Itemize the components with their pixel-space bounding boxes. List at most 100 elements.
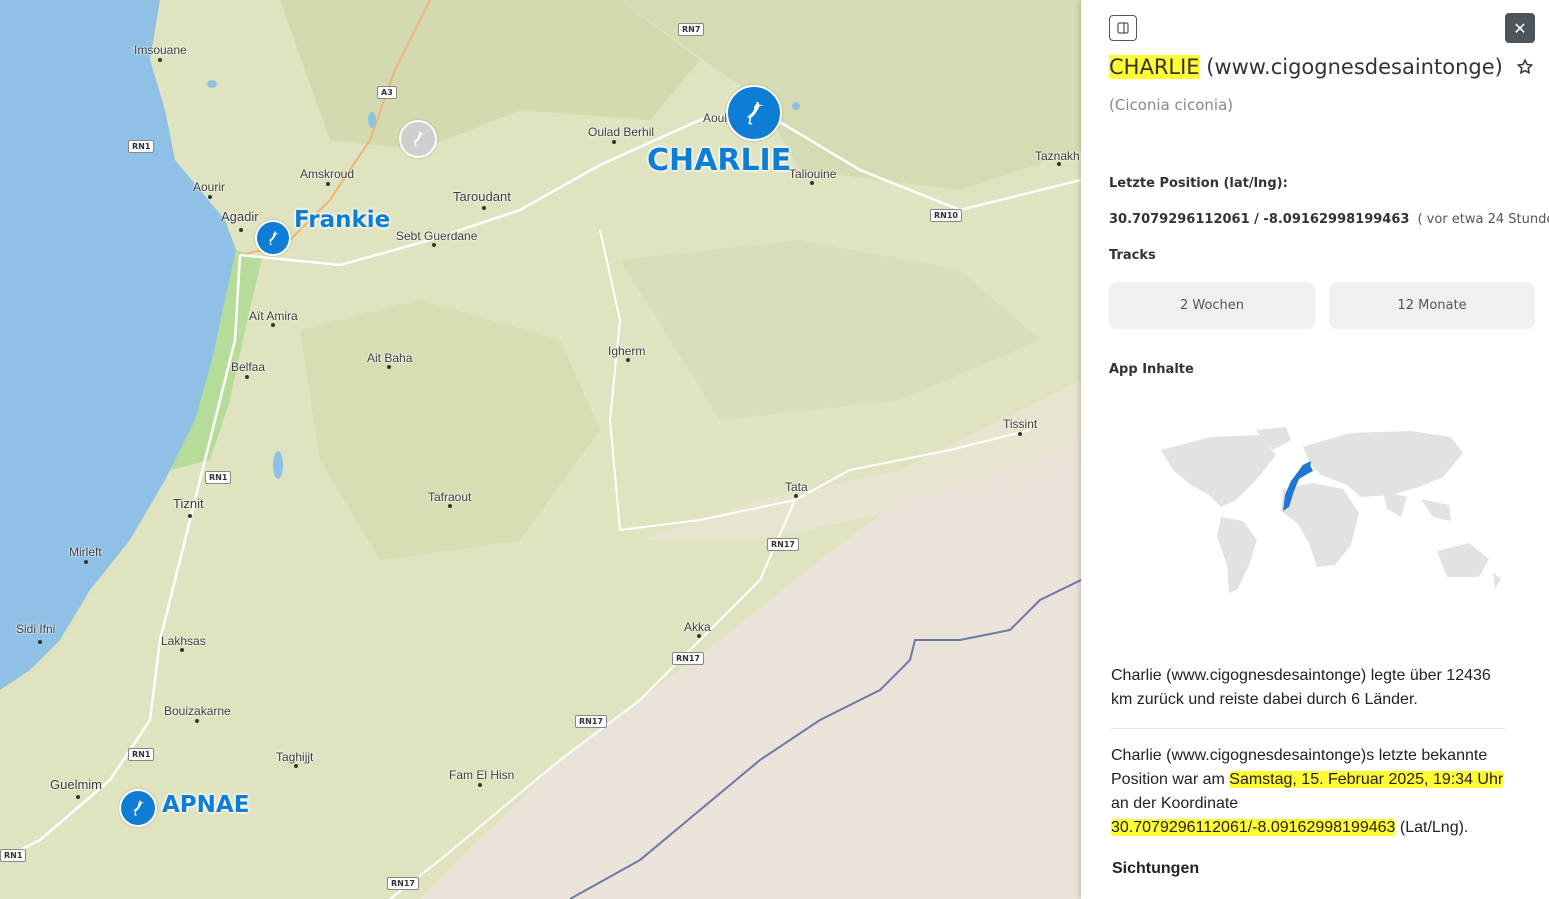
place-label: Oulad Berhil	[588, 125, 655, 139]
bird-source: (www.cigognesdesaintonge)	[1199, 55, 1503, 79]
close-icon: ✕	[1513, 18, 1527, 38]
place-label: Fam El Hisn	[449, 768, 515, 782]
stork-icon	[133, 800, 145, 816]
place-label: Igherm	[608, 344, 646, 358]
place-dot	[1057, 162, 1061, 166]
road-shield: RN1	[128, 748, 155, 761]
place-dot	[158, 58, 162, 62]
place-label: Taghijjt	[276, 750, 314, 764]
place-label: Lakhsas	[161, 634, 206, 648]
panel-title: CHARLIE (www.cigognesdesaintonge)	[1109, 55, 1534, 79]
map-view[interactable]: Imsouane Aourir Agadir Amskroud Taroudan…	[0, 0, 1081, 899]
place-label: Bouizakarne	[164, 704, 231, 718]
place-dot	[239, 228, 243, 232]
road-shield: RN10	[930, 209, 962, 222]
map-basemap	[0, 0, 1081, 899]
road-shield: RN17	[387, 877, 419, 890]
track-12-months-button[interactable]: 12 Monate	[1329, 282, 1535, 329]
stork-marker-frankie[interactable]	[255, 220, 291, 256]
place-label: Akka	[684, 620, 711, 634]
stork-marker-inactive[interactable]	[399, 120, 437, 158]
place-dot	[188, 514, 192, 518]
place-label: Aoul	[703, 111, 728, 125]
text-part: an der Koordinate	[1111, 795, 1239, 812]
place-dot	[482, 206, 486, 210]
place-label: Agadir	[221, 209, 259, 224]
place-dot	[432, 243, 436, 247]
close-button[interactable]: ✕	[1505, 13, 1535, 43]
world-map	[1161, 427, 1501, 593]
stork-icon	[268, 231, 279, 245]
place-dot	[612, 140, 616, 144]
divider	[1111, 728, 1505, 729]
species-name: (Ciconia ciconia)	[1109, 96, 1234, 114]
stork-icon	[746, 101, 764, 125]
bird-name: CHARLIE	[1109, 55, 1200, 79]
star-icon[interactable]	[1516, 58, 1534, 76]
road-shield: RN1	[128, 140, 155, 153]
coordinates-value: 30.7079296112061 / -8.09162998199463	[1109, 212, 1410, 227]
place-label: Taliouine	[789, 167, 837, 181]
place-label: Tiznit	[173, 496, 204, 511]
place-label: Belfaa	[231, 360, 266, 374]
coordinates: 30.7079296112061 / -8.09162998199463 ( vo…	[1109, 212, 1549, 227]
panel-toggle-button[interactable]	[1109, 15, 1137, 41]
place-label: Guelmim	[50, 777, 103, 792]
place-dot	[697, 634, 701, 638]
place-dot	[1018, 432, 1022, 436]
place-dot	[810, 181, 814, 185]
place-label: Mirleft	[69, 545, 102, 559]
road-shield: RN17	[575, 715, 607, 728]
road-shield: RN17	[672, 652, 704, 665]
text-part: (Lat/Lng).	[1395, 819, 1469, 836]
stork-marker-apnae[interactable]	[119, 789, 157, 827]
place-dot	[76, 795, 80, 799]
detail-panel: ✕ CHARLIE (www.cigognesdesaintonge) (Cic…	[1081, 0, 1549, 899]
place-label: Amskroud	[300, 167, 355, 181]
last-coordinate-highlight: 30.7079296112061/-8.09162998199463	[1111, 819, 1396, 836]
app-content-label: App Inhalte	[1109, 362, 1194, 377]
place-label: Ait Baha	[367, 351, 413, 365]
road-shield: RN1	[0, 849, 27, 862]
place-dot	[84, 560, 88, 564]
marker-label-frankie[interactable]: Frankie	[294, 207, 390, 233]
place-label: Taznakh	[1035, 149, 1080, 163]
place-label: Sebt Guerdane	[396, 229, 478, 243]
place-dot	[180, 648, 184, 652]
place-label: Tata	[785, 480, 808, 494]
place-label: Tissint	[1003, 417, 1038, 431]
place-dot	[478, 783, 482, 787]
place-dot	[626, 358, 630, 362]
place-dot	[208, 195, 212, 199]
tracks-label: Tracks	[1109, 248, 1156, 263]
last-date-highlight: Samstag, 15. Februar 2025, 19:34 Uhr	[1229, 771, 1504, 788]
place-label: Tafraout	[428, 490, 472, 504]
place-dot	[448, 504, 452, 508]
place-label: Imsouane	[134, 43, 187, 57]
road-shield: A3	[377, 86, 397, 99]
place-dot	[271, 323, 275, 327]
stork-marker-charlie[interactable]	[726, 85, 782, 141]
sidebar-icon	[1117, 22, 1129, 34]
place-label: Sidi Ifni	[16, 622, 56, 636]
place-dot	[794, 494, 798, 498]
place-dot	[195, 719, 199, 723]
place-dot	[38, 640, 42, 644]
road-shield: RN1	[205, 471, 232, 484]
place-dot	[294, 764, 298, 768]
place-label: Aourir	[193, 180, 226, 194]
sightings-heading: Sichtungen	[1112, 860, 1200, 877]
stork-icon	[413, 131, 425, 147]
road-shield: RN7	[678, 23, 705, 36]
place-dot	[326, 182, 330, 186]
travel-summary: Charlie (www.cigognesdesaintonge) legte …	[1111, 667, 1491, 708]
place-label: Aït Amira	[249, 309, 298, 323]
place-dot	[387, 365, 391, 369]
marker-label-charlie[interactable]: CHARLIE	[647, 143, 791, 178]
track-2-weeks-button[interactable]: 2 Wochen	[1109, 282, 1315, 329]
road-shield: RN17	[767, 538, 799, 551]
time-ago: ( vor etwa 24 Stunden )	[1417, 212, 1549, 227]
place-label: Taroudant	[453, 189, 511, 204]
last-position-label: Letzte Position (lat/lng):	[1109, 176, 1288, 191]
marker-label-apnae[interactable]: APNAE	[162, 792, 249, 818]
